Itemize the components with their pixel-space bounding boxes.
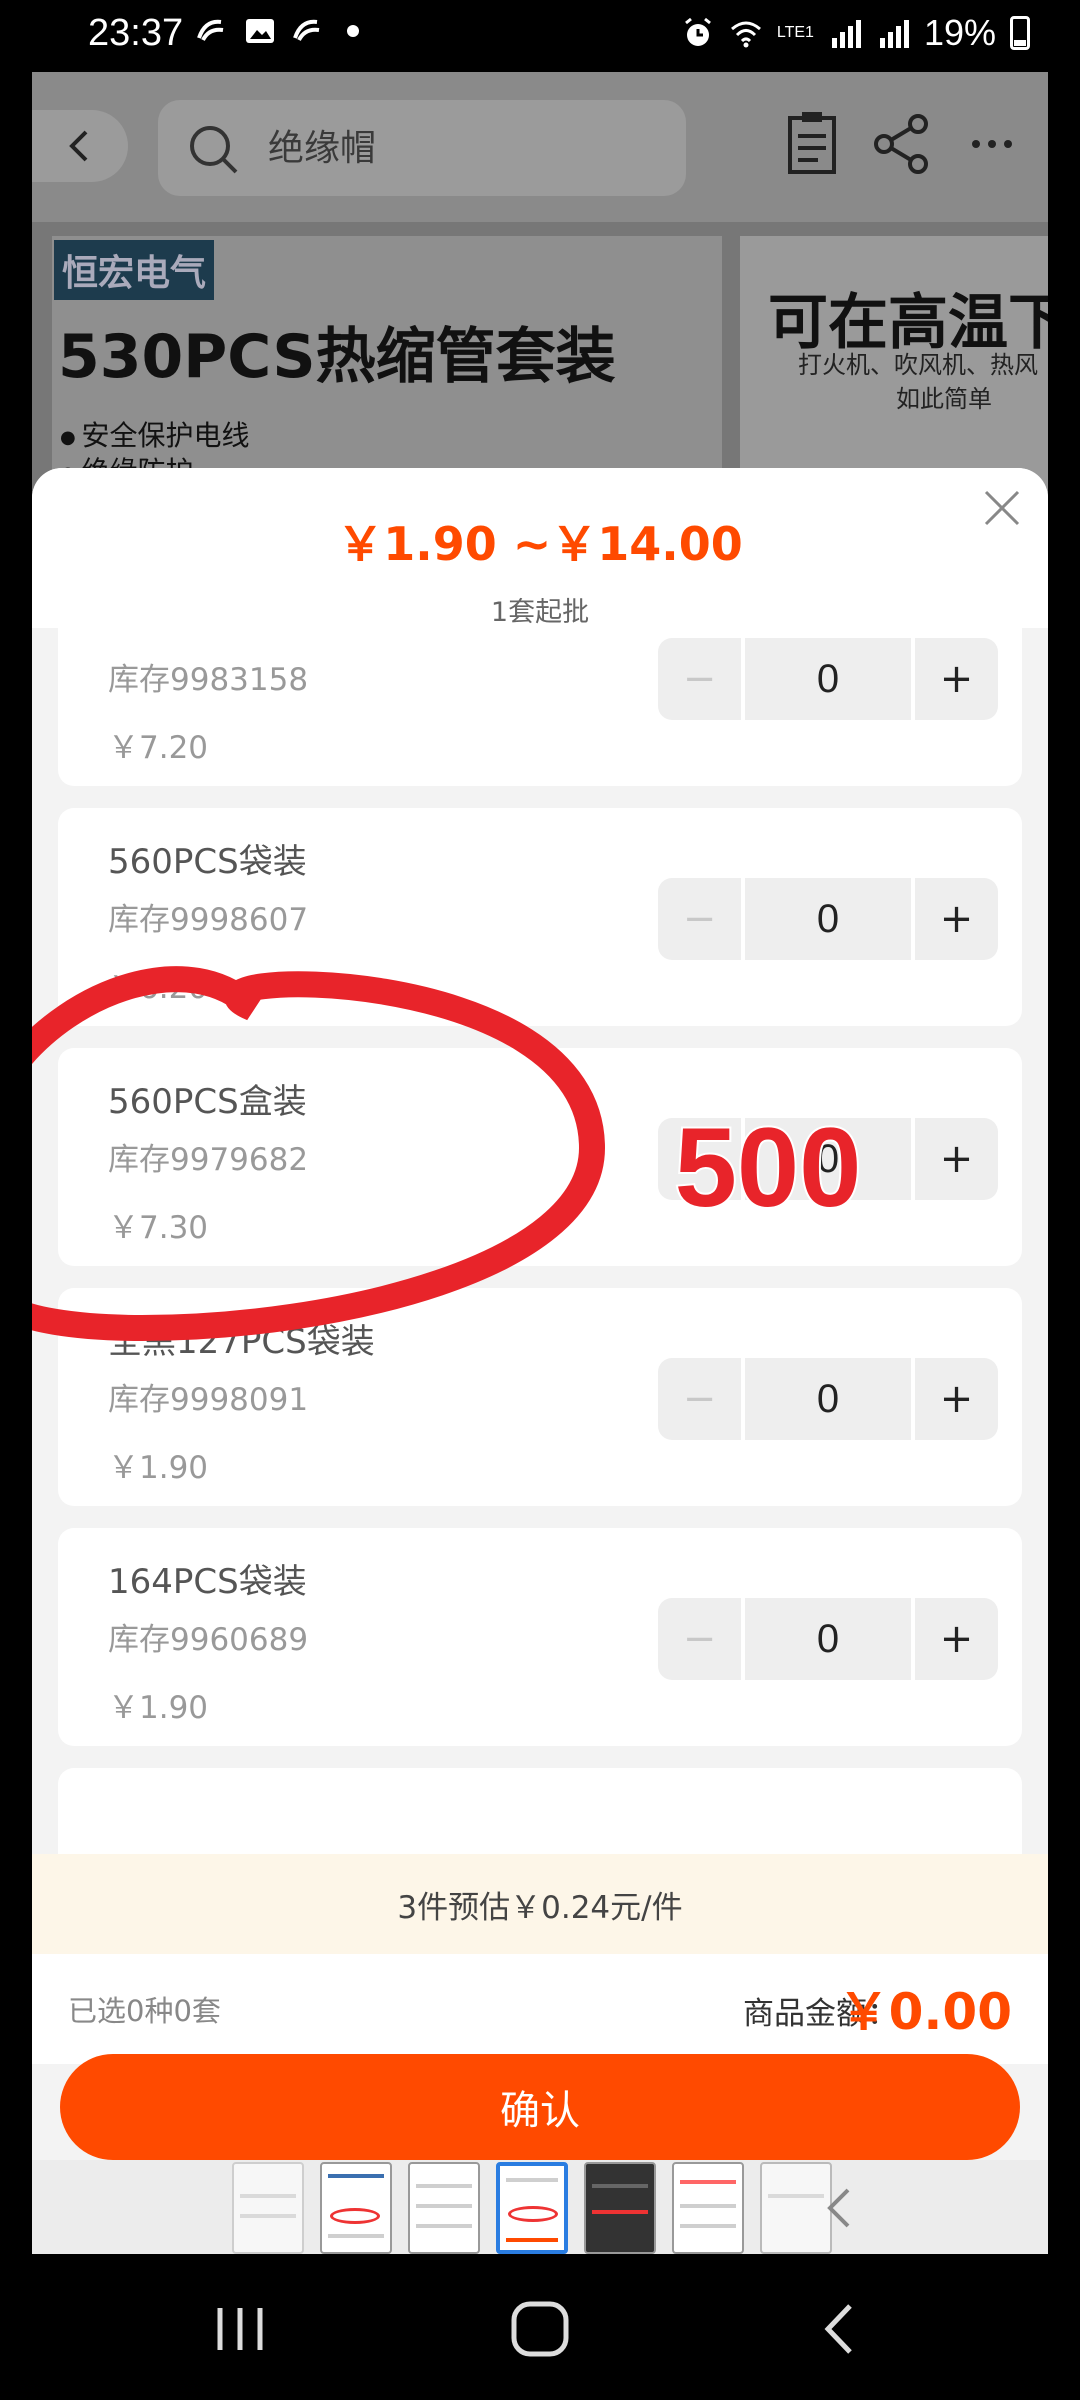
network-label: LTE1 <box>776 24 814 41</box>
banner-bullet: 安全保护电线 <box>60 414 249 454</box>
increase-button[interactable]: + <box>915 1598 998 1680</box>
chevron-left-icon[interactable] <box>810 2178 870 2238</box>
battery-icon <box>1010 16 1030 50</box>
decrease-button[interactable]: − <box>658 1598 741 1680</box>
thumbnail[interactable] <box>320 2162 392 2254</box>
quantity-stepper: − 0 + <box>658 1118 998 1200</box>
sku-stock: 库存9998607 <box>108 902 309 938</box>
search-icon <box>190 126 238 174</box>
sku-name: 560PCS袋装 <box>108 842 307 882</box>
signal-icon-2 <box>879 20 909 48</box>
sku-card: 164PCS袋装 库存9960689 ￥1.90 − 0 + <box>58 1528 1022 1746</box>
status-right: LTE1 19% <box>681 12 1030 54</box>
sku-name: 560PCS盒装 <box>108 1082 307 1122</box>
sheet-header: ￥1.90 ~￥14.00 1套起批 <box>32 468 1048 628</box>
app-screen: 恒宏电气 530PCS热缩管套装 安全保护电线 绝缘防护 可在高温下 打火机、吹… <box>32 72 1048 2254</box>
system-navigation-bar <box>0 2254 1080 2400</box>
wifi-icon <box>730 21 761 48</box>
increase-button[interactable]: + <box>915 1358 998 1440</box>
notification-app-icon-2 <box>293 19 320 41</box>
sku-stock: 库存9983158 <box>108 662 309 698</box>
sku-price: ￥1.90 <box>108 1450 209 1486</box>
status-time: 23:37 <box>88 12 184 54</box>
order-summary: 已选0种0套 商品金额： ￥0.00 <box>32 1954 1048 2064</box>
estimate-bar: 3件预估￥0.24元/件 <box>32 1854 1048 1954</box>
quantity-value[interactable]: 0 <box>745 878 911 960</box>
sku-bottom-sheet: ￥1.90 ~￥14.00 1套起批 库存9983158 ￥7.20 − 0 +… <box>32 468 1048 2254</box>
banner-title: 530PCS热缩管套装 <box>58 322 616 392</box>
increase-button[interactable]: + <box>915 1118 998 1200</box>
more-notifications-dot <box>347 25 359 37</box>
quantity-value[interactable]: 0 <box>745 1118 911 1200</box>
increase-button[interactable]: + <box>915 638 998 720</box>
thumbnail[interactable] <box>584 2162 656 2254</box>
more-icon[interactable] <box>956 108 1028 180</box>
sku-price: ￥6.20 <box>108 970 209 1006</box>
increase-button[interactable]: + <box>915 878 998 960</box>
sku-card: 560PCS盒装 库存9979682 ￥7.30 − 0 + <box>58 1048 1022 1266</box>
back-icon <box>69 130 88 162</box>
decrease-button[interactable]: − <box>658 1358 741 1440</box>
sku-price: ￥7.20 <box>108 730 209 766</box>
sku-card: 560PCS袋装 库存9998607 ￥6.20 − 0 + <box>58 808 1022 1026</box>
quantity-stepper: − 0 + <box>658 1598 998 1680</box>
sku-card: 全黑127PCS袋装 库存9998091 ￥1.90 − 0 + <box>58 1288 1022 1506</box>
thumbnail[interactable] <box>672 2162 744 2254</box>
battery-percent: 19% <box>923 12 996 53</box>
search-input[interactable] <box>268 120 648 176</box>
thumbnail-active[interactable] <box>496 2162 568 2254</box>
signal-icon <box>831 20 861 48</box>
brand-tag: 恒宏电气 <box>54 240 215 300</box>
quantity-stepper: − 0 + <box>658 638 998 720</box>
selected-count: 已选0种0套 <box>68 1994 221 2028</box>
notification-app-icon <box>197 19 224 41</box>
sku-stock: 库存9979682 <box>108 1142 309 1178</box>
top-bar <box>32 72 1048 222</box>
share-icon[interactable] <box>866 108 938 180</box>
sku-price: ￥7.30 <box>108 1210 209 1246</box>
back-button[interactable] <box>32 110 128 182</box>
decrease-button[interactable]: − <box>658 1118 741 1200</box>
notification-icons <box>195 16 359 46</box>
quantity-stepper: − 0 + <box>658 1358 998 1440</box>
quantity-value[interactable]: 0 <box>745 1358 911 1440</box>
sku-price: ￥1.90 <box>108 1690 209 1726</box>
thumbnail[interactable] <box>232 2162 304 2254</box>
sku-stock: 库存9998091 <box>108 1382 309 1418</box>
quantity-stepper: − 0 + <box>658 878 998 960</box>
quantity-value[interactable]: 0 <box>745 1598 911 1680</box>
sku-name: 164PCS袋装 <box>108 1562 307 1602</box>
total-value: ￥0.00 <box>838 1983 1012 2041</box>
min-order: 1套起批 <box>490 597 590 628</box>
price-range: ￥1.90 ~￥14.00 <box>337 517 743 571</box>
image-notification-icon <box>246 19 274 43</box>
sku-card: 库存9983158 ￥7.20 − 0 + <box>58 628 1022 786</box>
status-bar: 23:37 LTE1 19% <box>0 0 1080 72</box>
back-nav-icon[interactable] <box>800 2294 880 2364</box>
alarm-icon <box>684 17 711 46</box>
quantity-value[interactable]: 0 <box>745 638 911 720</box>
home-icon[interactable] <box>500 2294 580 2364</box>
banner2-sub-line: 打火机、吹风机、热风 <box>798 351 1038 379</box>
confirm-button[interactable]: 确认 <box>60 2054 1020 2160</box>
decrease-button[interactable]: − <box>658 878 741 960</box>
sku-list[interactable]: 库存9983158 ￥7.20 − 0 + 560PCS袋装 库存9998607… <box>32 628 1048 1938</box>
decrease-button[interactable]: − <box>658 638 741 720</box>
banner2-sub-line: 如此简单 <box>896 385 992 413</box>
sku-name: 全黑127PCS袋装 <box>108 1322 375 1362</box>
banner2-subtitle: 打火机、吹风机、热风 如此简单 <box>798 348 1038 416</box>
thumbnail[interactable] <box>408 2162 480 2254</box>
recent-apps-icon[interactable] <box>200 2294 280 2364</box>
sku-stock: 库存9960689 <box>108 1622 309 1658</box>
clipboard-icon[interactable] <box>776 108 848 180</box>
close-icon[interactable] <box>978 484 1026 532</box>
thumbnail-strip[interactable] <box>32 2160 1048 2254</box>
search-box[interactable] <box>158 100 686 196</box>
